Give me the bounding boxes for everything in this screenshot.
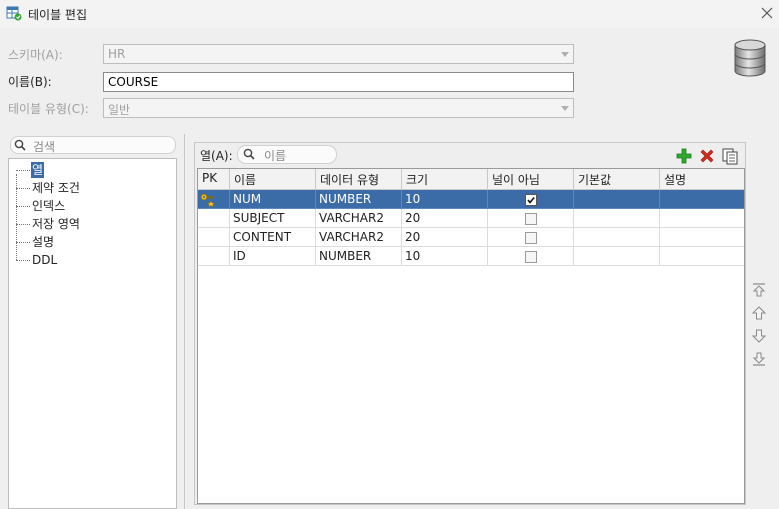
cell-size[interactable]: 20 [402,228,488,247]
not-null-checkbox[interactable] [525,251,537,263]
cell-comment[interactable] [660,190,744,209]
not-null-checkbox[interactable] [525,194,537,206]
cell-data-type[interactable]: NUMBER [316,247,402,266]
search-icon [14,139,26,151]
nav-search-placeholder: 검색 [33,140,56,154]
schema-value: HR [108,47,126,61]
plus-icon[interactable] [675,147,693,165]
pk-cell[interactable] [198,247,230,266]
nav-item-label: 열 [31,162,45,178]
header-pk[interactable]: PK [198,169,230,190]
cell-size[interactable]: 10 [402,190,488,209]
nav-item-label: 인덱스 [32,199,66,213]
name-label: 이름(B): [8,75,52,89]
move-to-top-icon[interactable] [751,282,767,298]
nav-item-label: 설명 [32,235,55,249]
database-icon [734,39,766,77]
nav-item-label: 저장 영역 [32,217,80,231]
schema-label: 스키마(A): [8,48,63,62]
cell-default[interactable] [574,228,660,247]
table-type-value: 일반 [108,103,131,117]
cell-size[interactable]: 10 [402,247,488,266]
x-icon[interactable] [698,147,716,165]
header-size[interactable]: 크기 [402,169,488,190]
move-down-icon[interactable] [751,328,767,344]
header-data-type[interactable]: 데이터 유형 [316,169,402,190]
header-not-null[interactable]: 널이 아님 [488,169,574,190]
table-header: PK 이름 데이터 유형 크기 널이 아님 기본값 설명 [198,169,744,190]
cell-comment[interactable] [660,209,744,228]
not-null-checkbox[interactable] [525,213,537,225]
move-to-bottom-icon[interactable] [751,351,767,367]
pk-cell[interactable] [198,228,230,247]
search-icon [243,148,255,160]
table-row[interactable]: NUM NUMBER 10 [198,190,744,209]
title-bar: 테이블 편집 [0,0,779,28]
cell-not-null[interactable] [488,209,574,228]
cell-name[interactable]: NUM [230,190,316,209]
cell-not-null[interactable] [488,228,574,247]
cell-default[interactable] [574,190,660,209]
table-type-select[interactable]: 일반 [103,98,574,118]
schema-select[interactable]: HR [103,44,574,64]
cell-data-type[interactable]: VARCHAR2 [316,228,402,247]
chevron-down-icon [561,106,569,111]
checkmark-icon [527,196,535,204]
columns-search-placeholder: 이름 [264,149,287,163]
cell-name[interactable]: CONTENT [230,228,316,247]
table-type-label: 테이블 유형(C): [8,102,89,116]
edit-table-icon [6,6,22,21]
close-icon[interactable] [757,3,777,23]
cell-data-type[interactable]: VARCHAR2 [316,209,402,228]
cell-size[interactable]: 20 [402,209,488,228]
nav-item-label: DDL [32,253,58,267]
not-null-checkbox[interactable] [525,232,537,244]
header-name[interactable]: 이름 [230,169,316,190]
cell-default[interactable] [574,247,660,266]
nav-search-input[interactable]: 검색 [10,136,176,154]
pk-cell[interactable] [198,190,230,209]
cell-comment[interactable] [660,247,744,266]
cell-not-null[interactable] [488,247,574,266]
table-row[interactable]: CONTENT VARCHAR2 20 [198,228,744,247]
cell-not-null[interactable] [488,190,574,209]
cell-name[interactable]: ID [230,247,316,266]
cell-data-type[interactable]: NUMBER [316,190,402,209]
pk-cell[interactable] [198,209,230,228]
table-row[interactable]: ID NUMBER 10 [198,247,744,266]
window-title: 테이블 편집 [28,8,88,22]
table-row[interactable]: SUBJECT VARCHAR2 20 [198,209,744,228]
cell-comment[interactable] [660,228,744,247]
move-up-icon[interactable] [751,305,767,321]
columns-label: 열(A): [200,149,233,163]
name-value: COURSE [108,75,159,89]
header-comment[interactable]: 설명 [660,169,744,190]
chevron-down-icon [561,52,569,57]
nav-item-label: 제약 조건 [32,181,80,195]
columns-table: PK 이름 데이터 유형 크기 널이 아님 기본값 설명 NUM NUMBER … [197,168,745,504]
copy-icon[interactable] [721,147,739,165]
panel-splitter[interactable] [184,134,185,509]
cell-default[interactable] [574,209,660,228]
tree-connector [16,174,17,260]
cell-name[interactable]: SUBJECT [230,209,316,228]
columns-search-input[interactable]: 이름 [237,145,337,164]
primary-key-icon [200,193,216,207]
name-input[interactable]: COURSE [103,72,574,92]
header-default[interactable]: 기본값 [574,169,660,190]
